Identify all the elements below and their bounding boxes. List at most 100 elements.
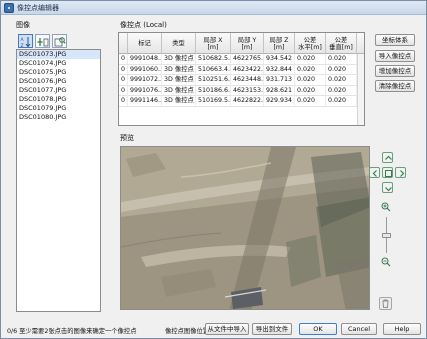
preview-image[interactable] (120, 146, 370, 310)
coordinate-system-button[interactable]: 坐标体系 (375, 34, 415, 46)
table-row[interactable]: 0 9991076... 3D 像控点 510186.6... 4623153.… (119, 85, 364, 96)
window-title: 像控点编辑器 (17, 4, 59, 12)
table-cell: 9991072... (130, 75, 162, 85)
image-list-item[interactable]: DSC01073.JPG (17, 50, 100, 59)
cancel-button[interactable]: Cancel (341, 323, 377, 335)
table-cell: 0 (119, 85, 128, 96)
table-cell: 0 (119, 64, 128, 75)
table-row[interactable]: 0 9991048... 3D 像控点 510682.5... 4622765.… (119, 54, 364, 65)
table-row[interactable]: 0 9991072... 3D 像控点 510251.6... 4623448.… (119, 75, 364, 86)
table-cell: 3D 像控点 (162, 64, 196, 75)
help-button[interactable]: Help (383, 323, 421, 335)
table-cell: 928.621 (264, 85, 295, 96)
image-list-item[interactable]: DSC01078.JPG (17, 95, 100, 104)
table-cell: 0.020 (295, 96, 326, 106)
gcp-editor-window: 像控点编辑器 图像 A Z DSC01073.JPG DSC01074.JPG … (0, 0, 427, 339)
fit-view-button[interactable] (382, 167, 393, 178)
export-to-file-button[interactable]: 导出到文件 (252, 323, 292, 335)
table-cell: 4622765... (233, 54, 264, 64)
column-header-local-x[interactable]: 局部 X [m] (196, 33, 231, 54)
table-cell: 9991076... (130, 85, 162, 96)
chevron-right-icon (400, 170, 405, 177)
table-cell: 4623422... (233, 64, 264, 75)
import-gcp-button[interactable]: 导入像控点 (375, 50, 415, 62)
gcp-table-header: 标记 类型 局部 X [m] 局部 Y [m] 局部 Z [m] 公差 水平[m… (119, 33, 364, 54)
preview-label: 预览 (120, 134, 134, 142)
table-cell: 0.020 (326, 96, 357, 106)
pan-up-button[interactable] (382, 152, 393, 163)
table-cell: 9991048... (130, 54, 162, 64)
table-cell: 0 (119, 54, 128, 64)
image-list-item[interactable]: DSC01076.JPG (17, 77, 100, 86)
table-cell: 0 (119, 75, 128, 85)
chevron-up-icon (385, 155, 392, 160)
images-label: 图像 (16, 21, 30, 29)
image-list-item[interactable]: DSC01080.JPG (17, 113, 100, 122)
view-image-button[interactable] (52, 34, 67, 48)
image-list-item[interactable]: DSC01075.JPG (17, 68, 100, 77)
column-header-local-y[interactable]: 局部 Y [m] (231, 33, 264, 54)
magnify-image-icon (54, 37, 66, 47)
table-cell: 510251.6... (198, 75, 231, 85)
chevron-left-icon (372, 170, 377, 177)
table-cell: 9991060... (130, 64, 162, 75)
table-cell: 0.020 (295, 85, 326, 96)
table-cell: 0.020 (326, 64, 357, 75)
table-cell: 0.020 (326, 75, 357, 85)
table-cell: 3D 像控点 (162, 85, 196, 96)
column-header-label[interactable]: 标记 (128, 33, 162, 54)
sort-icon: A Z (21, 37, 31, 48)
pan-down-button[interactable] (382, 182, 393, 193)
column-header-tolerance-horizontal[interactable]: 公差 水平[m] (295, 33, 326, 54)
gcp-table[interactable]: 标记 类型 局部 X [m] 局部 Y [m] 局部 Z [m] 公差 水平[m… (118, 32, 365, 126)
table-cell: 9991146... (130, 96, 162, 106)
table-cell: 931.713 (264, 75, 295, 85)
table-cell: 3D 像控点 (162, 75, 196, 85)
add-image-button[interactable] (35, 34, 50, 48)
sort-images-button[interactable]: A Z (18, 34, 33, 48)
table-cell: 4623448... (233, 75, 264, 85)
pan-left-button[interactable] (369, 167, 380, 178)
table-cell: 0 (119, 96, 128, 106)
table-row[interactable]: 0 9991146... 3D 像控点 510169.5... 4622822.… (119, 96, 364, 107)
table-cell: 932.844 (264, 64, 295, 75)
table-cell: 4622822... (233, 96, 264, 106)
aerial-photo-image (121, 147, 369, 309)
table-cell: 934.542 (264, 54, 295, 64)
status-text: 0/6 至少需要2张点击的图像来确定一个像控点 (7, 328, 137, 335)
table-cell: 510663.4... (198, 64, 231, 75)
table-vertical-scrollbar[interactable] (357, 54, 364, 125)
image-list[interactable]: DSC01073.JPG DSC01074.JPG DSC01075.JPG D… (16, 49, 101, 312)
svg-text:A: A (21, 37, 25, 43)
chevron-down-icon (385, 187, 392, 192)
clear-gcp-button[interactable]: 清除像控点 (375, 80, 415, 92)
zoom-out-icon[interactable] (381, 257, 391, 267)
table-cell: 0.020 (295, 54, 326, 64)
delete-point-button[interactable] (379, 297, 392, 310)
table-cell: 0.020 (295, 75, 326, 85)
table-cell: 510186.6... (198, 85, 231, 96)
zoom-slider-thumb[interactable] (382, 233, 391, 238)
image-list-item[interactable]: DSC01077.JPG (17, 86, 100, 95)
add-image-icon (37, 38, 49, 47)
gcp-table-label: 像控点 (Local) (120, 21, 167, 29)
column-header-status[interactable] (119, 33, 128, 54)
column-header-local-z[interactable]: 局部 Z [m] (264, 33, 295, 54)
image-list-item[interactable]: DSC01079.JPG (17, 104, 100, 113)
pan-right-button[interactable] (395, 167, 406, 178)
table-cell: 510682.5... (198, 54, 231, 64)
title-bar: 像控点编辑器 (1, 1, 426, 15)
add-gcp-button[interactable]: 增加像控点 (375, 65, 415, 77)
table-cell: 0.020 (295, 64, 326, 75)
svg-text:Z: Z (21, 43, 24, 48)
table-cell: 3D 像控点 (162, 54, 196, 64)
zoom-in-icon[interactable] (381, 202, 391, 212)
column-header-type[interactable]: 类型 (162, 33, 196, 54)
table-cell: 0.020 (326, 54, 357, 64)
app-icon (4, 3, 14, 13)
ok-button[interactable]: OK (299, 323, 337, 335)
import-from-file-button[interactable]: 从文件中导入 (205, 323, 249, 335)
image-list-item[interactable]: DSC01074.JPG (17, 59, 100, 68)
table-row[interactable]: 0 9991060... 3D 像控点 510663.4... 4623422.… (119, 64, 364, 75)
column-header-tolerance-vertical[interactable]: 公差 垂直[m] (326, 33, 357, 54)
